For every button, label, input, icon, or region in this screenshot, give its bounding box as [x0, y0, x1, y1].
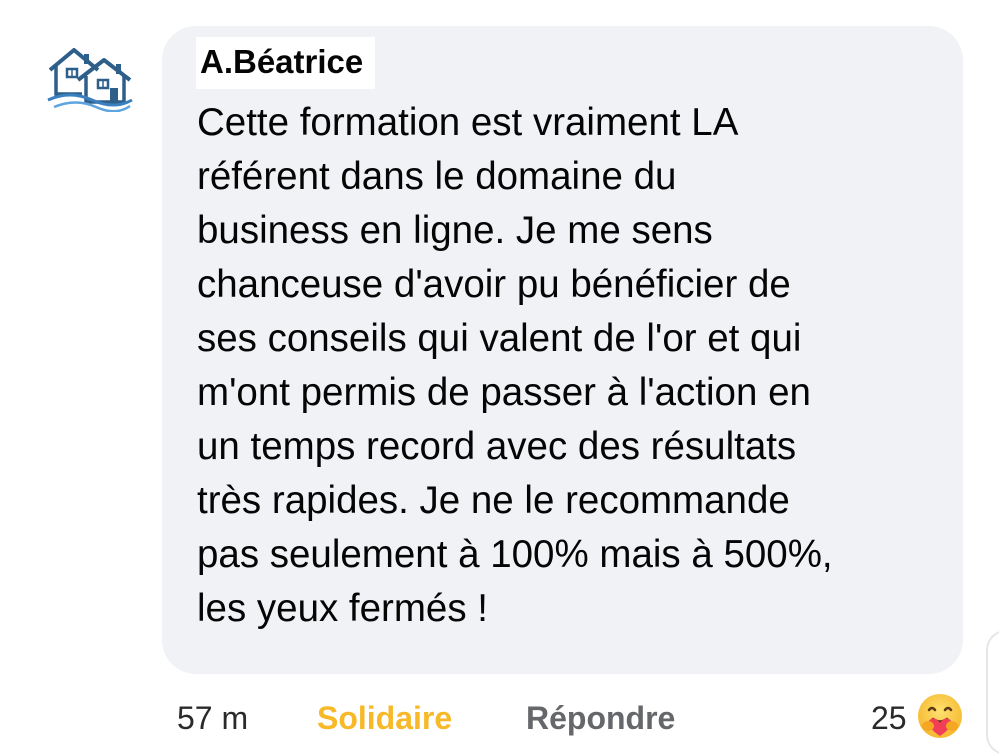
reaction-summary[interactable]: 25: [866, 692, 976, 742]
react-button[interactable]: Solidaire: [317, 699, 452, 737]
comment-actions: 57 m Solidaire Répondre 25: [0, 690, 999, 746]
comment-screen: A.Béatrice Cette formation est vraiment …: [0, 0, 999, 755]
comment-timestamp[interactable]: 57 m: [177, 699, 248, 737]
comment-text: Cette formation est vraiment LA référent…: [197, 101, 833, 630]
scroll-edge-decoration: [986, 630, 999, 755]
care-hug-emoji-icon: [918, 694, 962, 738]
houses-logo-icon: [47, 48, 133, 113]
avatar[interactable]: [44, 42, 136, 113]
reaction-count: 25: [871, 700, 907, 736]
reply-button[interactable]: Répondre: [526, 699, 675, 737]
comment-author[interactable]: A.Béatrice: [196, 37, 376, 89]
